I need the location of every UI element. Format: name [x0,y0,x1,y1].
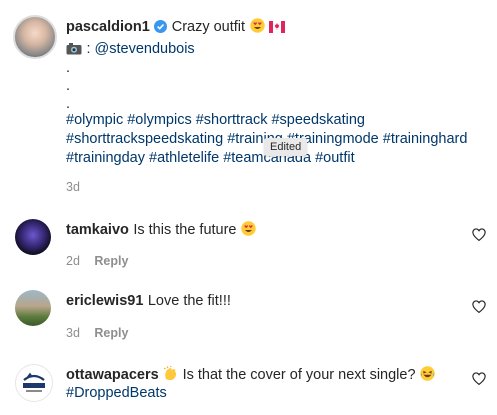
comment-timestamp: 2d [66,254,80,268]
comment-avatar-ericlewis91[interactable] [15,290,51,326]
comment-text: Is that the cover of your next single? [182,367,416,383]
post-avatar[interactable] [13,15,57,59]
dot-3: . [66,96,71,112]
comment-text: Is this the future [133,222,237,238]
heart-eyes-emoji [241,221,256,236]
comment-avatar-ottawapacers[interactable] [15,364,53,402]
heart-icon[interactable] [472,372,486,385]
heart-eyes-emoji [249,18,265,33]
dot-2: . [66,78,71,94]
verified-badge-icon [154,20,168,33]
canada-flag-emoji [268,21,285,33]
heart-icon[interactable] [472,228,486,241]
comment-avatar-tamkaivo[interactable] [15,219,51,255]
laughing-emoji [420,366,435,381]
heart-icon[interactable] [472,300,486,313]
credit-mention[interactable]: : @stevendubois [86,41,194,57]
hashtags-line-1[interactable]: #olympic #olympics #shorttrack #speedska… [66,112,365,128]
comment-username[interactable]: tamkaivo [66,222,129,238]
post-username[interactable]: pascaldion1 [66,19,150,35]
clapping-hands-emoji [163,366,177,381]
reply-button[interactable]: Reply [94,254,128,268]
comment-text: Love the fit!!! [147,293,231,309]
comment-hashtag[interactable]: #DroppedBeats [66,385,167,401]
camera-emoji [66,43,82,55]
hashtags-line-3[interactable]: #trainingday #athletelife #teamcanada #o… [66,150,355,166]
post-caption: Crazy outfit [171,19,246,35]
comment-timestamp: 3d [66,326,80,340]
comment-username[interactable]: ottawapacers [66,367,159,383]
post-timestamp[interactable]: 3d [66,180,80,194]
comment-username[interactable]: ericlewis91 [66,293,143,309]
dot-1: . [66,60,71,76]
edited-tooltip: Edited [264,138,308,156]
reply-button[interactable]: Reply [94,326,128,340]
ottawa-logo-icon [23,372,45,392]
